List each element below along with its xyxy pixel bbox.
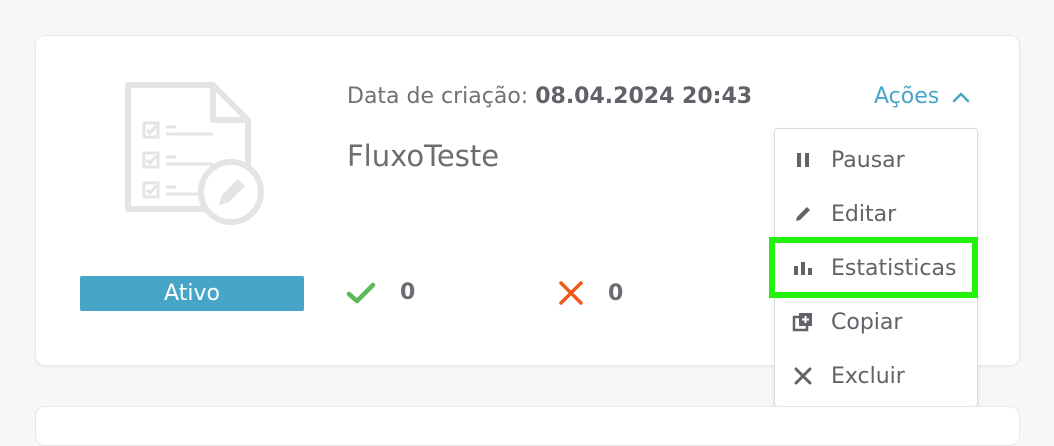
- creation-date: Data de criação: 08.04.2024 20:43: [347, 84, 752, 109]
- status-label: Ativo: [164, 281, 220, 306]
- actions-label: Ações: [874, 84, 940, 109]
- close-icon: [791, 364, 815, 388]
- chevron-up-icon: [952, 92, 970, 102]
- status-badge: Ativo: [80, 276, 304, 311]
- menu-item-label: Editar: [831, 201, 897, 227]
- pause-icon: [791, 148, 815, 172]
- flow-name: FluxoTeste: [347, 139, 500, 173]
- failure-stat: 0: [558, 280, 623, 306]
- flow-card: Ativo Data de criação: 08.04.2024 20:43 …: [35, 35, 1020, 407]
- failure-count: 0: [608, 280, 624, 306]
- menu-item-label: Copiar: [831, 309, 903, 335]
- actions-menu: Pausar Editar Estatisticas Copiar Exclui…: [774, 128, 978, 407]
- creation-date-label: Data de criação:: [347, 84, 529, 109]
- x-mark-icon: [559, 281, 583, 305]
- success-stat: 0: [346, 280, 415, 305]
- checkmark-icon: [346, 282, 376, 303]
- menu-item-pausar[interactable]: Pausar: [775, 133, 977, 187]
- success-count: 0: [400, 280, 416, 305]
- menu-item-label: Excluir: [831, 363, 905, 389]
- menu-item-estatisticas[interactable]: Estatisticas: [775, 241, 977, 295]
- menu-item-label: Estatisticas: [831, 255, 957, 281]
- creation-date-value: 08.04.2024 20:43: [535, 84, 753, 109]
- copy-icon: [791, 310, 815, 334]
- pencil-icon: [791, 202, 815, 226]
- menu-item-copiar[interactable]: Copiar: [775, 295, 977, 349]
- next-flow-card: [35, 406, 1020, 446]
- menu-item-label: Pausar: [831, 147, 905, 173]
- document-checklist-icon: [125, 82, 264, 225]
- menu-item-excluir[interactable]: Excluir: [775, 349, 977, 403]
- bar-chart-icon: [791, 256, 815, 280]
- actions-dropdown-button[interactable]: Ações: [874, 84, 971, 109]
- menu-item-editar[interactable]: Editar: [775, 187, 977, 241]
